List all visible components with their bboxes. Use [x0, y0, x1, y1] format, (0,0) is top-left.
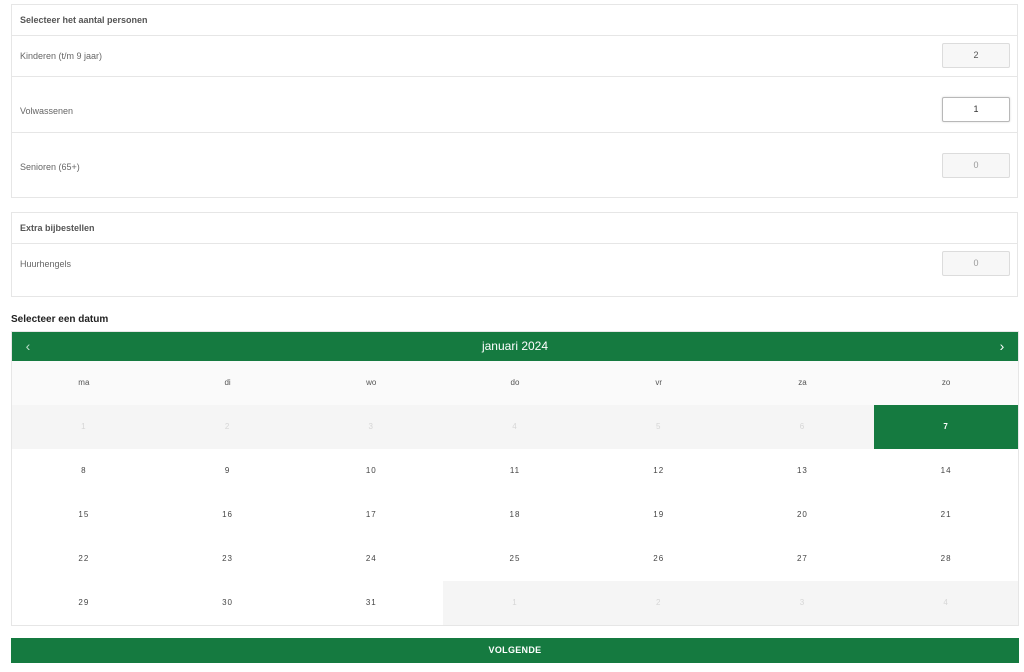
calendar-day-disabled: 2 [155, 405, 300, 449]
weekday-sun: zo [874, 361, 1018, 405]
calendar-day[interactable]: 24 [299, 537, 444, 581]
persons-row-children: Kinderen (t/m 9 jaar) 2 [12, 36, 1017, 77]
calendar-day[interactable]: 23 [155, 537, 300, 581]
weekday-row: ma di wo do vr za zo [12, 361, 1018, 405]
calendar-day[interactable]: 16 [155, 493, 300, 537]
calendar: ‹ januari 2024 › ma di wo do vr za zo 1 … [11, 331, 1019, 626]
calendar-day[interactable]: 31 [299, 581, 444, 625]
extras-row-rental-rods: Huurhengels 0 [12, 244, 1017, 298]
extras-panel: Extra bijbestellen Huurhengels 0 [11, 212, 1018, 297]
adults-label: Volwassenen [20, 106, 74, 116]
calendar-day[interactable]: 28 [874, 537, 1018, 581]
persons-row-seniors: Senioren (65+) 0 [12, 133, 1017, 200]
calendar-day[interactable]: 9 [155, 449, 300, 493]
seniors-quantity-input[interactable]: 0 [942, 153, 1010, 178]
weekday-thu: do [443, 361, 587, 405]
calendar-day[interactable]: 15 [12, 493, 156, 537]
calendar-day[interactable]: 12 [586, 449, 731, 493]
rental-rods-label: Huurhengels [20, 259, 72, 269]
month-label: januari 2024 [481, 339, 549, 353]
adults-quantity-input[interactable]: 1 [942, 97, 1010, 122]
calendar-day[interactable]: 30 [155, 581, 300, 625]
calendar-day[interactable]: 22 [12, 537, 156, 581]
children-quantity-input[interactable]: 2 [942, 43, 1010, 68]
calendar-day-disabled: 6 [730, 405, 875, 449]
calendar-day[interactable]: 10 [299, 449, 444, 493]
calendar-day[interactable]: 14 [874, 449, 1018, 493]
calendar-day-disabled: 1 [12, 405, 156, 449]
calendar-day[interactable]: 21 [874, 493, 1018, 537]
calendar-day[interactable]: 26 [586, 537, 731, 581]
calendar-day[interactable]: 8 [12, 449, 156, 493]
chevron-left-icon[interactable]: ‹ [16, 332, 40, 361]
calendar-day[interactable]: 19 [586, 493, 731, 537]
calendar-days: 1 2 3 4 5 6 7 8 9 10 11 12 13 14 15 16 1… [12, 405, 1018, 625]
persons-panel: Selecteer het aantal personen Kinderen (… [11, 4, 1018, 198]
calendar-day[interactable]: 29 [12, 581, 156, 625]
calendar-day[interactable]: 13 [730, 449, 875, 493]
seniors-label: Senioren (65+) [20, 162, 80, 172]
calendar-day-disabled: 3 [730, 581, 875, 625]
chevron-right-icon[interactable]: › [990, 332, 1014, 361]
calendar-day-disabled: 1 [443, 581, 587, 625]
calendar-day[interactable]: 11 [443, 449, 587, 493]
calendar-day-disabled: 4 [443, 405, 587, 449]
extras-header: Extra bijbestellen [12, 213, 1017, 244]
calendar-day-disabled: 3 [299, 405, 444, 449]
weekday-tue: di [155, 361, 300, 405]
children-label: Kinderen (t/m 9 jaar) [20, 51, 103, 61]
calendar-day[interactable]: 17 [299, 493, 444, 537]
calendar-day[interactable]: 27 [730, 537, 875, 581]
calendar-day[interactable]: 18 [443, 493, 587, 537]
next-button[interactable]: VOLGENDE [11, 638, 1019, 663]
calendar-day[interactable]: 25 [443, 537, 587, 581]
weekday-mon: ma [12, 361, 156, 405]
rental-rods-quantity-input[interactable]: 0 [942, 251, 1010, 276]
calendar-day-disabled: 5 [586, 405, 731, 449]
calendar-day-disabled: 2 [586, 581, 731, 625]
weekday-fri: vr [586, 361, 731, 405]
calendar-day-disabled: 4 [874, 581, 1018, 625]
calendar-header: ‹ januari 2024 › [12, 332, 1018, 361]
date-section-title: Selecteer een datum [11, 314, 109, 325]
weekday-sat: za [730, 361, 875, 405]
calendar-day[interactable]: 20 [730, 493, 875, 537]
persons-header: Selecteer het aantal personen [12, 5, 1017, 36]
weekday-wed: wo [299, 361, 444, 405]
persons-row-adults: Volwassenen 1 [12, 77, 1017, 133]
calendar-day-selected[interactable]: 7 [874, 405, 1018, 449]
